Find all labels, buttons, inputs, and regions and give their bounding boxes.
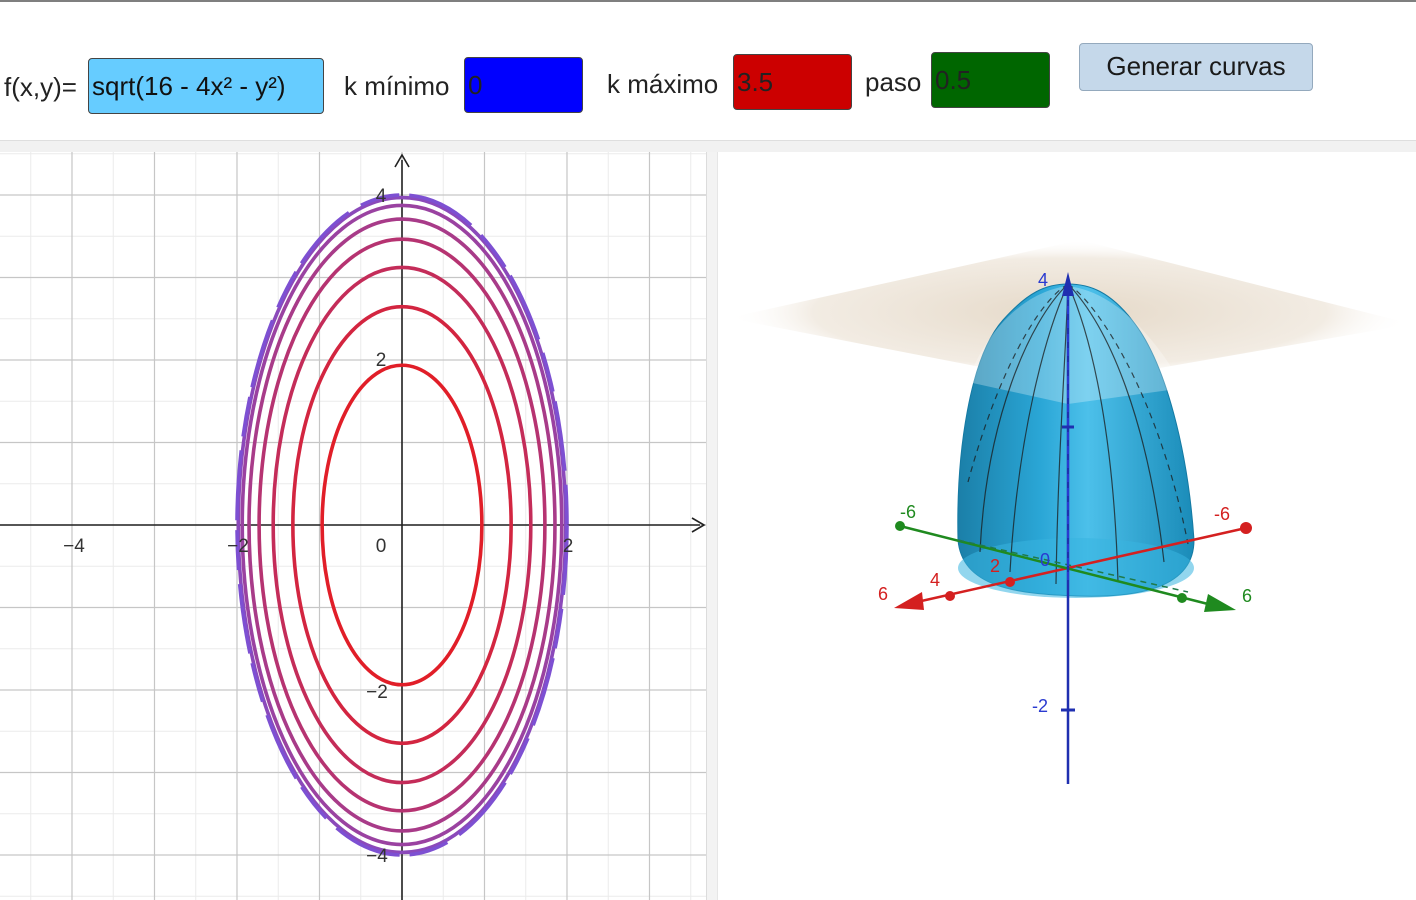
x-tick-label: −4 — [63, 536, 85, 557]
origin-label: 0 — [376, 536, 387, 557]
x-tick-label: −2 — [227, 536, 249, 557]
kmax-input[interactable]: 3.5 — [733, 54, 852, 110]
y-tick-label: −4 — [366, 846, 388, 867]
y-tick-label: −2 — [366, 682, 388, 703]
surface-3d-view: 6 4 2 -6 -6 6 4 -2 0 — [728, 240, 1412, 784]
x-axis-label: 4 — [930, 570, 940, 590]
x-axis-label: 2 — [990, 556, 1000, 576]
z-axis-label: 4 — [1038, 270, 1048, 290]
kmin-input[interactable]: 0 — [464, 57, 583, 113]
view-divider[interactable] — [706, 152, 718, 900]
toolbar: f(x,y)= sqrt(16 - 4x² - y²) k mínimo 0 k… — [0, 2, 1416, 140]
kmax-label: k máximo — [607, 69, 719, 99]
y-tick-label: 2 — [376, 350, 387, 371]
function-label: f(x,y)= — [4, 72, 77, 102]
contour-plot: −4 −2 0 2 4 2 −2 −4 — [0, 152, 706, 900]
x-tick-label: 2 — [563, 536, 574, 557]
generate-curves-button[interactable]: Generar curvas — [1079, 43, 1313, 91]
origin-label: 0 — [1040, 550, 1050, 570]
y-tick-label: 4 — [376, 186, 387, 207]
step-label: paso — [865, 67, 922, 97]
kmin-label: k mínimo — [344, 71, 450, 101]
function-input[interactable]: sqrt(16 - 4x² - y²) — [88, 58, 324, 114]
z-axis-label: -2 — [1032, 696, 1048, 716]
x-axis — [0, 517, 706, 533]
y-axis-label: -6 — [900, 502, 916, 522]
y-axis-label: 6 — [1242, 586, 1252, 606]
major-grid — [0, 152, 706, 900]
step-input[interactable]: 0.5 — [931, 52, 1050, 108]
graphics-view-2d[interactable]: −4 −2 0 2 4 2 −2 −4 — [0, 152, 706, 900]
x-axis-label: 6 — [878, 584, 888, 604]
minor-grid — [0, 152, 706, 900]
x-axis-label: -6 — [1214, 504, 1230, 524]
graphics-view-3d[interactable]: 6 4 2 -6 -6 6 4 -2 0 — [718, 152, 1416, 900]
